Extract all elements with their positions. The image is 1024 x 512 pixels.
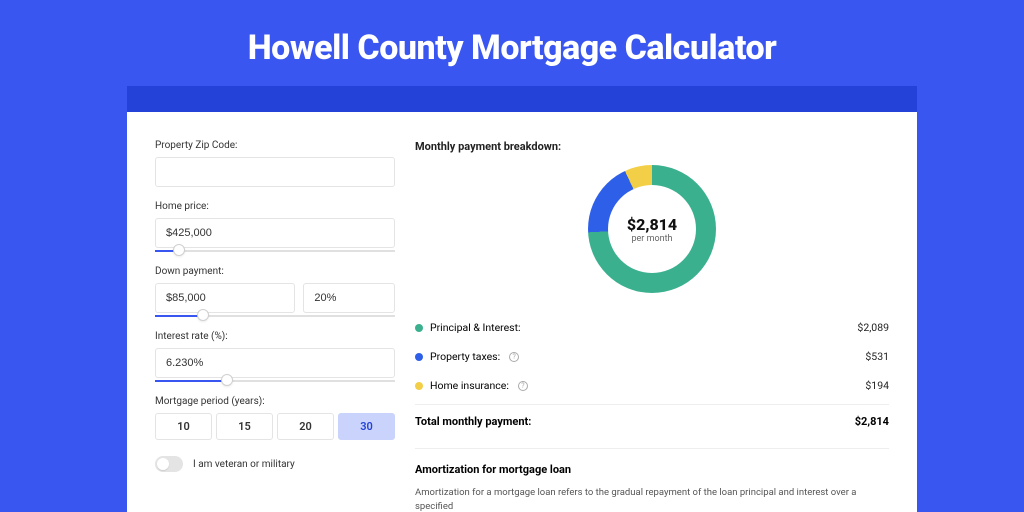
total-row: Total monthly payment: $2,814: [415, 404, 889, 440]
interest-label: Interest rate (%):: [155, 331, 395, 342]
home-price-field-group: Home price:: [155, 201, 395, 252]
breakdown-title: Monthly payment breakdown:: [415, 140, 889, 153]
donut-value: $2,814: [627, 215, 677, 234]
period-btn-20[interactable]: 20: [277, 413, 334, 440]
legend-label: Home insurance:: [430, 379, 509, 392]
down-payment-pct-input[interactable]: [303, 283, 395, 313]
legend-label: Principal & Interest:: [430, 321, 521, 334]
dot-icon: [415, 324, 423, 332]
legend-value: $194: [865, 379, 889, 392]
veteran-toggle[interactable]: [155, 456, 183, 472]
banner-bar: [127, 86, 917, 112]
period-options: 10 15 20 30: [155, 413, 395, 440]
slider-thumb[interactable]: [221, 374, 233, 386]
down-payment-field-group: Down payment:: [155, 266, 395, 317]
legend-label: Property taxes:: [430, 350, 500, 363]
interest-input[interactable]: [155, 348, 395, 378]
donut-chart-wrap: $2,814 per month: [415, 165, 889, 293]
dot-icon: [415, 382, 423, 390]
legend-insurance: Home insurance: ? $194: [415, 371, 889, 400]
info-icon[interactable]: ?: [518, 381, 528, 391]
zip-input[interactable]: [155, 157, 395, 187]
legend-value: $531: [865, 350, 889, 363]
donut-chart: $2,814 per month: [588, 165, 716, 293]
amortization-title: Amortization for mortgage loan: [415, 463, 889, 476]
dot-icon: [415, 353, 423, 361]
down-payment-slider[interactable]: [155, 315, 395, 317]
info-icon[interactable]: ?: [509, 352, 519, 362]
period-field-group: Mortgage period (years): 10 15 20 30: [155, 396, 395, 440]
interest-slider[interactable]: [155, 380, 395, 382]
amortization-section: Amortization for mortgage loan Amortizat…: [415, 448, 889, 512]
legend-value: $2,089: [857, 321, 889, 334]
results-column: Monthly payment breakdown: $2,814 per mo…: [415, 140, 889, 512]
veteran-label: I am veteran or military: [193, 459, 295, 470]
total-value: $2,814: [855, 415, 889, 428]
period-btn-10[interactable]: 10: [155, 413, 212, 440]
down-payment-input[interactable]: [155, 283, 295, 313]
total-label: Total monthly payment:: [415, 415, 531, 428]
calculator-card: Property Zip Code: Home price: Down paym…: [127, 112, 917, 512]
slider-thumb[interactable]: [197, 309, 209, 321]
inputs-column: Property Zip Code: Home price: Down paym…: [155, 140, 395, 512]
page-title: Howell County Mortgage Calculator: [0, 0, 1024, 86]
veteran-row: I am veteran or military: [155, 456, 395, 472]
home-price-input[interactable]: [155, 218, 395, 248]
zip-field-group: Property Zip Code:: [155, 140, 395, 187]
amortization-text: Amortization for a mortgage loan refers …: [415, 486, 889, 512]
home-price-label: Home price:: [155, 201, 395, 212]
down-payment-label: Down payment:: [155, 266, 395, 277]
donut-sub: per month: [631, 234, 672, 244]
period-btn-15[interactable]: 15: [216, 413, 273, 440]
donut-center: $2,814 per month: [588, 165, 716, 293]
legend-principal: Principal & Interest: $2,089: [415, 313, 889, 342]
zip-label: Property Zip Code:: [155, 140, 395, 151]
home-price-slider[interactable]: [155, 250, 395, 252]
legend-taxes: Property taxes: ? $531: [415, 342, 889, 371]
slider-thumb[interactable]: [173, 244, 185, 256]
period-label: Mortgage period (years):: [155, 396, 395, 407]
interest-field-group: Interest rate (%):: [155, 331, 395, 382]
period-btn-30[interactable]: 30: [338, 413, 395, 440]
